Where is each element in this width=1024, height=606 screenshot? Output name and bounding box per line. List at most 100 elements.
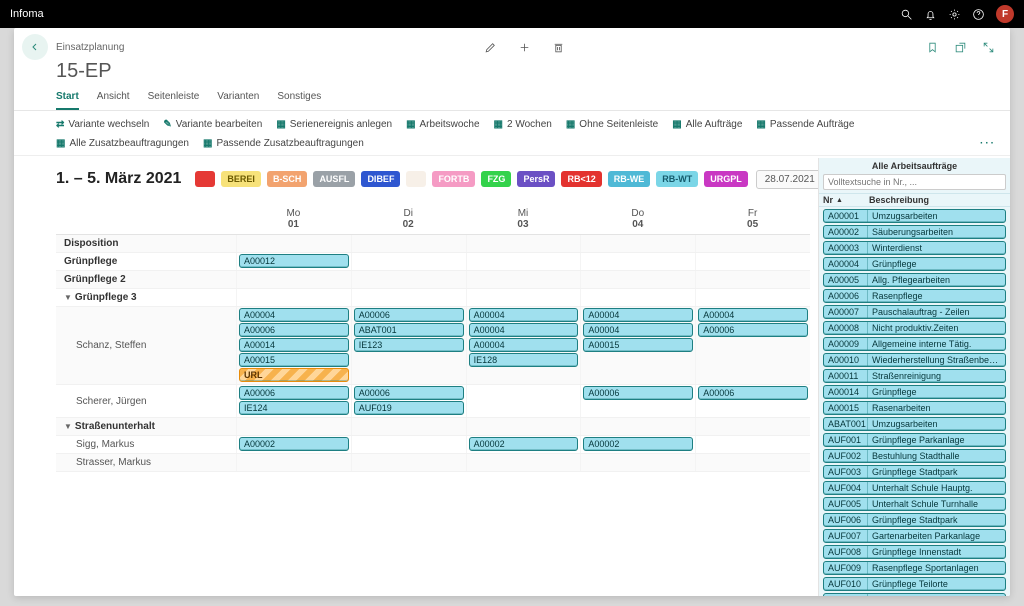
sidebar-order-row[interactable]: AUF007Gartenarbeiten Parkanlage: [823, 529, 1006, 543]
schedule-cell[interactable]: [466, 235, 581, 252]
legend-chip-urgpl[interactable]: URGPL: [704, 171, 748, 187]
sidebar-order-row[interactable]: ABAT001Umzugsarbeiten: [823, 417, 1006, 431]
schedule-cell[interactable]: [351, 271, 466, 288]
sidebar-order-row[interactable]: AUF011Straßenbegleitgrün: [823, 593, 1006, 596]
avatar[interactable]: F: [996, 5, 1014, 23]
schedule-cell[interactable]: [695, 289, 810, 306]
schedule-bar[interactable]: A00004: [583, 323, 693, 337]
schedule-cell[interactable]: [580, 454, 695, 471]
toolbar-more[interactable]: ···: [980, 138, 996, 149]
schedule-cell[interactable]: [466, 289, 581, 306]
schedule-bar[interactable]: A00006: [239, 386, 349, 400]
sidebar-search-input[interactable]: [823, 174, 1006, 190]
schedule-bar[interactable]: A00004: [239, 308, 349, 322]
schedule-bar[interactable]: IE124: [239, 401, 349, 415]
schedule-cell[interactable]: [351, 235, 466, 252]
schedule-bar[interactable]: IE128: [469, 353, 579, 367]
schedule-cell[interactable]: [466, 454, 581, 471]
schedule-bar[interactable]: A00004: [469, 338, 579, 352]
toolbar-serienereignis-anlegen[interactable]: ▦Serienereignis anlegen: [276, 119, 392, 130]
schedule-cell[interactable]: [236, 418, 351, 435]
schedule-bar[interactable]: A00004: [469, 308, 579, 322]
schedule-bar[interactable]: A00014: [239, 338, 349, 352]
sidebar-order-row[interactable]: AUF005Unterhalt Schule Turnhalle: [823, 497, 1006, 511]
schedule-bar[interactable]: IE123: [354, 338, 464, 352]
schedule-cell[interactable]: [351, 289, 466, 306]
sidebar-col-desc[interactable]: Beschreibung: [865, 194, 1010, 206]
toolbar-2-wochen[interactable]: ▦2 Wochen: [494, 119, 552, 130]
schedule-cell[interactable]: A00004A00006A00014A00015URL: [236, 307, 351, 384]
tab-start[interactable]: Start: [56, 87, 79, 110]
bookmark-icon[interactable]: [924, 39, 940, 55]
sidebar-order-row[interactable]: AUF008Grünpflege Innenstadt: [823, 545, 1006, 559]
schedule-cell[interactable]: [580, 253, 695, 270]
schedule-cell[interactable]: A00002: [580, 436, 695, 453]
schedule-bar[interactable]: A00012: [239, 254, 349, 268]
delete-icon[interactable]: [550, 39, 566, 55]
schedule-bar[interactable]: AUF019: [354, 401, 464, 415]
sidebar-order-row[interactable]: AUF002Bestuhlung Stadthalle: [823, 449, 1006, 463]
bell-icon[interactable]: [918, 2, 942, 26]
schedule-bar[interactable]: URL: [239, 368, 349, 382]
schedule-cell[interactable]: A00006: [695, 385, 810, 417]
toolbar-alle-zusatzbeauftragungen[interactable]: ▦Alle Zusatzbeauftragungen: [56, 138, 189, 149]
legend-chip-blank[interactable]: [195, 171, 215, 187]
legend-chip-b-sch[interactable]: B-SCH: [267, 171, 308, 187]
sidebar-order-row[interactable]: A00011Straßenreinigung: [823, 369, 1006, 383]
sidebar-order-row[interactable]: A00003Winterdienst: [823, 241, 1006, 255]
schedule-cell[interactable]: A00006AUF019: [351, 385, 466, 417]
schedule-bar[interactable]: A00006: [698, 323, 808, 337]
schedule-cell[interactable]: [580, 418, 695, 435]
sidebar-col-nr[interactable]: Nr▲: [819, 194, 865, 206]
gear-icon[interactable]: [942, 2, 966, 26]
add-icon[interactable]: [516, 39, 532, 55]
schedule-bar[interactable]: A00004: [698, 308, 808, 322]
sidebar-order-row[interactable]: A00014Grünpflege: [823, 385, 1006, 399]
schedule-cell[interactable]: [236, 454, 351, 471]
schedule-bar[interactable]: A00006: [354, 308, 464, 322]
schedule-cell[interactable]: A00012: [236, 253, 351, 270]
schedule-cell[interactable]: A00004A00004A00004IE128: [466, 307, 581, 384]
schedule-bar[interactable]: A00004: [583, 308, 693, 322]
legend-chip-ausfl[interactable]: AUSFL: [313, 171, 355, 187]
schedule-bar[interactable]: A00015: [583, 338, 693, 352]
schedule-bar[interactable]: ABAT001: [354, 323, 464, 337]
legend-chip-fzg[interactable]: FZG: [481, 171, 511, 187]
back-button[interactable]: [22, 34, 48, 60]
popout-icon[interactable]: [952, 39, 968, 55]
schedule-bar[interactable]: A00002: [239, 437, 349, 451]
schedule-cell[interactable]: A00004A00006: [695, 307, 810, 384]
edit-icon[interactable]: [482, 39, 498, 55]
schedule-bar[interactable]: A00002: [469, 437, 579, 451]
toolbar-variante-bearbeiten[interactable]: ✎Variante bearbeiten: [163, 119, 262, 130]
sidebar-order-row[interactable]: A00007Pauschalauftrag - Zeilen: [823, 305, 1006, 319]
search-icon[interactable]: [894, 2, 918, 26]
sidebar-order-row[interactable]: AUF006Grünpflege Stadtpark: [823, 513, 1006, 527]
legend-chip-dibef[interactable]: DIBEF: [361, 171, 400, 187]
schedule-bar[interactable]: A00006: [354, 386, 464, 400]
sidebar-order-row[interactable]: AUF001Grünpflege Parkanlage: [823, 433, 1006, 447]
sidebar-order-row[interactable]: AUF009Rasenpflege Sportanlagen: [823, 561, 1006, 575]
tab-seitenleiste[interactable]: Seitenleiste: [148, 87, 200, 110]
help-icon[interactable]: [966, 2, 990, 26]
schedule-cell[interactable]: [695, 436, 810, 453]
schedule-cell[interactable]: [236, 271, 351, 288]
tab-varianten[interactable]: Varianten: [217, 87, 259, 110]
schedule-cell[interactable]: A00004A00004A00015: [580, 307, 695, 384]
toolbar-arbeitswoche[interactable]: ▦Arbeitswoche: [406, 119, 479, 130]
sidebar-order-row[interactable]: A00002Säuberungsarbeiten: [823, 225, 1006, 239]
schedule-cell[interactable]: A00006ABAT001IE123: [351, 307, 466, 384]
toolbar-ohne-seitenleiste[interactable]: ▦Ohne Seitenleiste: [566, 119, 658, 130]
schedule-cell[interactable]: A00006: [580, 385, 695, 417]
sidebar-order-row[interactable]: A00010Wiederherstellung Straßenbegrenzun…: [823, 353, 1006, 367]
schedule-cell[interactable]: A00006IE124: [236, 385, 351, 417]
schedule-cell[interactable]: [695, 235, 810, 252]
toolbar-alle-aufträge[interactable]: ▦Alle Aufträge: [672, 119, 742, 130]
schedule-cell[interactable]: [351, 436, 466, 453]
toolbar-variante-wechseln[interactable]: ⇄Variante wechseln: [56, 119, 149, 130]
row-label[interactable]: Disposition: [56, 235, 236, 252]
sidebar-order-row[interactable]: AUF004Unterhalt Schule Hauptg.: [823, 481, 1006, 495]
sidebar-order-row[interactable]: AUF003Grünpflege Stadtpark: [823, 465, 1006, 479]
schedule-cell[interactable]: [695, 418, 810, 435]
sidebar-order-row[interactable]: A00008Nicht produktiv.Zeiten: [823, 321, 1006, 335]
